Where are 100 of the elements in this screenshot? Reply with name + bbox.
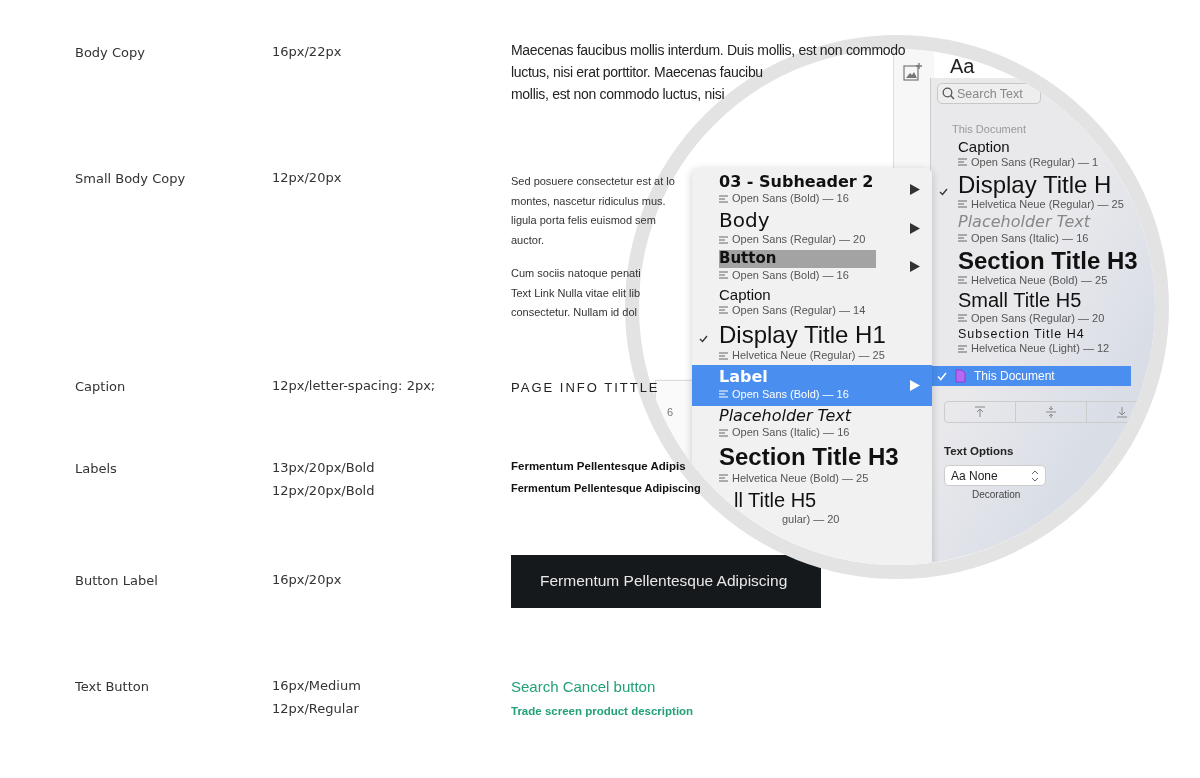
text-style-item[interactable]: Caption Open Sans (Regular) — 1	[931, 139, 1099, 170]
align-middle-icon	[1045, 405, 1057, 420]
sample-text: Cum sociis natoque penati	[511, 266, 641, 281]
style-spec: 12px/Regular	[272, 701, 360, 716]
font-spec: Open Sans (Bold) — 16	[732, 267, 849, 283]
font-spec: Open Sans (Bold) — 16	[732, 191, 849, 207]
menu-item[interactable]: Caption Open Sans (Regular) — 14	[692, 284, 932, 320]
sample-text: ligula porta felis euismod sem	[511, 213, 656, 228]
menu-item[interactable]: Display Title H1 Helvetica Neue (Regular) — 25	[692, 319, 932, 366]
font-spec: Open Sans (Bold) — 16	[732, 386, 849, 402]
menu-item[interactable]: 03 - Subheader 2 Open Sans (Bold) — 16	[692, 172, 932, 209]
align-icon	[958, 200, 967, 209]
field-label: Decoration	[972, 489, 1021, 501]
align-icon	[958, 234, 967, 243]
style-name: Text Button	[75, 679, 149, 694]
sample-text: Sed posuere consectetur est at lo	[511, 174, 675, 189]
document-icon	[955, 369, 966, 384]
align-icon	[719, 194, 728, 203]
search-icon	[942, 87, 955, 100]
menu-item[interactable]: Button Open Sans (Bold) — 16	[692, 249, 932, 285]
menu-item[interactable]: Placeholder Text Open Sans (Italic) — 16	[692, 405, 932, 443]
style-title: Small Title H5	[958, 289, 1082, 311]
style-title: Placeholder Text	[958, 213, 1090, 231]
align-icon	[719, 271, 728, 280]
sample-text: montes, nascetur ridiculus mus.	[511, 193, 666, 209]
sample-text: Fermentum Pellentesque Adipiscing	[511, 482, 701, 494]
style-spec: 12px/letter-spacing: 2px;	[272, 378, 437, 393]
style-spec: 16px/Medium	[272, 678, 362, 693]
image-add-icon[interactable]	[903, 62, 923, 82]
text-style-item[interactable]: Display Title H Helvetica Neue (Regular) — 25	[931, 171, 1124, 212]
text-style-item[interactable]: Placeholder Text Open Sans (Italic) — 16	[931, 213, 1090, 246]
align-icon	[719, 306, 728, 315]
style-title: Body	[719, 209, 770, 233]
align-icon	[719, 428, 728, 437]
style-title: Label	[719, 368, 768, 387]
font-spec: Open Sans (Regular) — 20	[732, 232, 866, 248]
sample-text: consectetur. Nullam id dol	[511, 305, 637, 320]
style-name: Body Copy	[75, 45, 145, 60]
style-title: Subsection Title H4	[958, 327, 1085, 342]
stepper-icon	[1031, 469, 1039, 482]
align-icon	[958, 158, 967, 167]
style-title: Section Title H3	[719, 443, 899, 471]
text-style-item[interactable]: Section Title H3 Helvetica Neue (Bold) — 25	[931, 247, 1138, 288]
font-spec: Open Sans (Regular) — 20	[971, 310, 1105, 326]
sample-text: PAGE INFO TITTLE	[511, 380, 660, 395]
sample-text: luctus, nisi erat porttitor. Maecenas faucibu	[511, 63, 763, 82]
font-spec: Helvetica Neue (Regular) — 25	[971, 197, 1124, 212]
style-spec: 13px/20px/Bold	[272, 460, 376, 475]
search-field[interactable]: Search Text	[937, 83, 1041, 104]
sample-text: Fermentum Pellentesque Adipis	[511, 460, 686, 472]
align-top-icon	[974, 406, 986, 419]
align-icon	[958, 314, 967, 323]
section-label: This Document	[952, 123, 1026, 135]
font-spec: Open Sans (Regular) — 14	[732, 303, 866, 318]
sample-text: Text Link Nulla vitae elit lib	[511, 285, 640, 301]
sample-text: Maecenas faucibus mollis interdum. Duis mollis, est non commodo	[511, 41, 906, 60]
font-spec: Helvetica Neue (Bold) — 25	[732, 470, 869, 486]
style-title: Placeholder Text	[719, 406, 851, 426]
text-style-item[interactable]: Subsection Title H4 Helvetica Neue (Light) — 12	[931, 327, 1110, 357]
align-icon	[719, 390, 728, 399]
align-icon	[719, 352, 728, 360]
style-name: Labels	[75, 461, 117, 476]
sample-button[interactable]: Fermentum Pellentesque Adipiscing	[511, 554, 821, 608]
menu-item[interactable]: Body Open Sans (Regular) — 20	[692, 208, 932, 250]
font-spec: Helvetica Neue (Light) — 12	[971, 341, 1110, 357]
style-spec: 16px/20px	[272, 572, 343, 587]
menu-item[interactable]: ll Title H5 gular) — 20	[734, 487, 932, 529]
style-title: Display Title H	[958, 171, 1112, 197]
align-icon	[719, 474, 728, 483]
style-title: Button	[719, 250, 876, 268]
font-spec: Open Sans (Italic) — 16	[732, 425, 850, 441]
font-spec: Open Sans (Regular) — 1	[971, 155, 1099, 170]
align-bottom-icon	[1116, 406, 1128, 419]
check-icon	[937, 371, 947, 381]
style-spec: 12px/20px/Bold	[272, 483, 376, 498]
font-spec: Helvetica Neue (Bold) — 25	[971, 272, 1108, 288]
style-name: Button Label	[75, 573, 158, 588]
sample-text: auctor.	[511, 232, 545, 248]
decoration-select[interactable]: Aa None	[944, 465, 1046, 487]
section-title: Text Options	[944, 445, 1014, 458]
style-title: Caption	[719, 285, 771, 303]
font-spec: Open Sans (Italic) — 16	[971, 230, 1089, 246]
font-spec: gular) — 20	[782, 511, 840, 527]
style-title: Section Title H3	[958, 247, 1138, 273]
library-label: This Document	[974, 369, 1055, 384]
text-style-item[interactable]: Small Title H5 Open Sans (Regular) — 20	[931, 289, 1105, 326]
align-icon	[958, 344, 967, 353]
align-icon	[958, 276, 967, 285]
toolbar-label: Aa	[950, 55, 975, 78]
panel-text: 6	[667, 406, 674, 418]
font-spec: Helvetica Neue (Regular) — 25	[732, 348, 885, 364]
style-title: 03 - Subheader 2	[719, 173, 874, 192]
style-title: ll Title H5	[734, 488, 817, 512]
style-name: Caption	[75, 379, 126, 394]
sample-text: mollis, est non commodo luctus, nisi	[511, 85, 725, 104]
style-spec: 12px/20px	[272, 170, 343, 185]
style-name: Small Body Copy	[75, 171, 186, 186]
align-icon	[719, 235, 728, 244]
style-title: Caption	[958, 139, 1010, 155]
style-spec: 16px/22px	[272, 44, 343, 59]
